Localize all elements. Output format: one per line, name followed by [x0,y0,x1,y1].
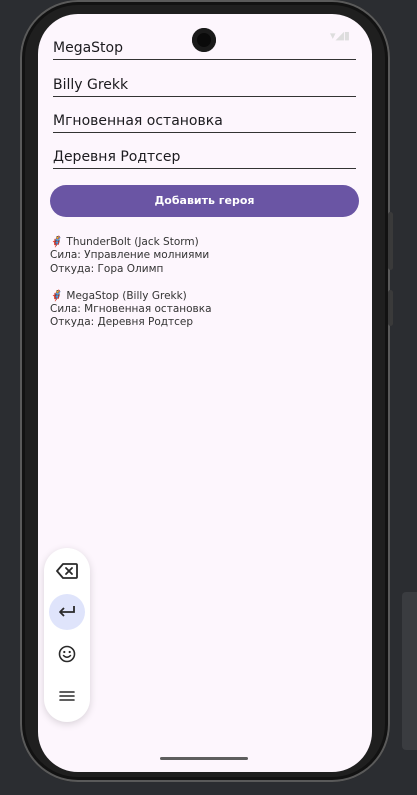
emulator-toolbar[interactable] [402,592,417,750]
backspace-icon [56,563,78,579]
hero-origin: Откуда: Деревня Родтсер [50,316,194,329]
hero-origin: Откуда: Гора Олимп [50,262,164,275]
menu-key[interactable] [49,678,85,714]
hero-title: 🦸 MegaStop (Billy Grekk) [50,289,187,302]
hero-power: Сила: Управление молниями [50,249,210,262]
hero-list: 🦸 ThunderBolt (Jack Storm) Сила: Управле… [50,236,350,344]
add-hero-button[interactable]: Добавить героя [50,185,359,217]
list-item: 🦸 MegaStop (Billy Grekk) Сила: Мгновенна… [50,290,350,330]
hero-title: 🦸 ThunderBolt (Jack Storm) [50,236,199,248]
enter-icon [59,606,75,617]
emoji-key[interactable] [49,636,85,672]
emoji-icon [58,645,76,663]
app-screen: ▾◢▮ MegaStop Billy Grekk Мгновенная оста… [38,14,372,772]
origin-value: Деревня Родтсер [53,149,181,165]
list-item: 🦸 ThunderBolt (Jack Storm) Сила: Управле… [50,236,350,276]
enter-key[interactable] [49,594,85,630]
hero-power: Сила: Мгновенная остановка [50,303,212,316]
home-indicator[interactable] [160,757,248,760]
volume-button [388,212,393,270]
power-value: Мгновенная остановка [53,113,223,129]
backspace-key[interactable] [49,553,85,589]
hero-name-value: MegaStop [53,40,123,56]
origin-field[interactable]: Деревня Родтсер [53,140,356,169]
power-field[interactable]: Мгновенная остановка [53,104,356,133]
hero-name-field[interactable]: MegaStop [53,31,356,60]
real-name-value: Billy Grekk [53,77,129,93]
menu-icon [59,691,75,701]
floating-keyboard-toolbar [44,548,90,722]
power-button [388,290,393,326]
real-name-field[interactable]: Billy Grekk [53,68,356,97]
